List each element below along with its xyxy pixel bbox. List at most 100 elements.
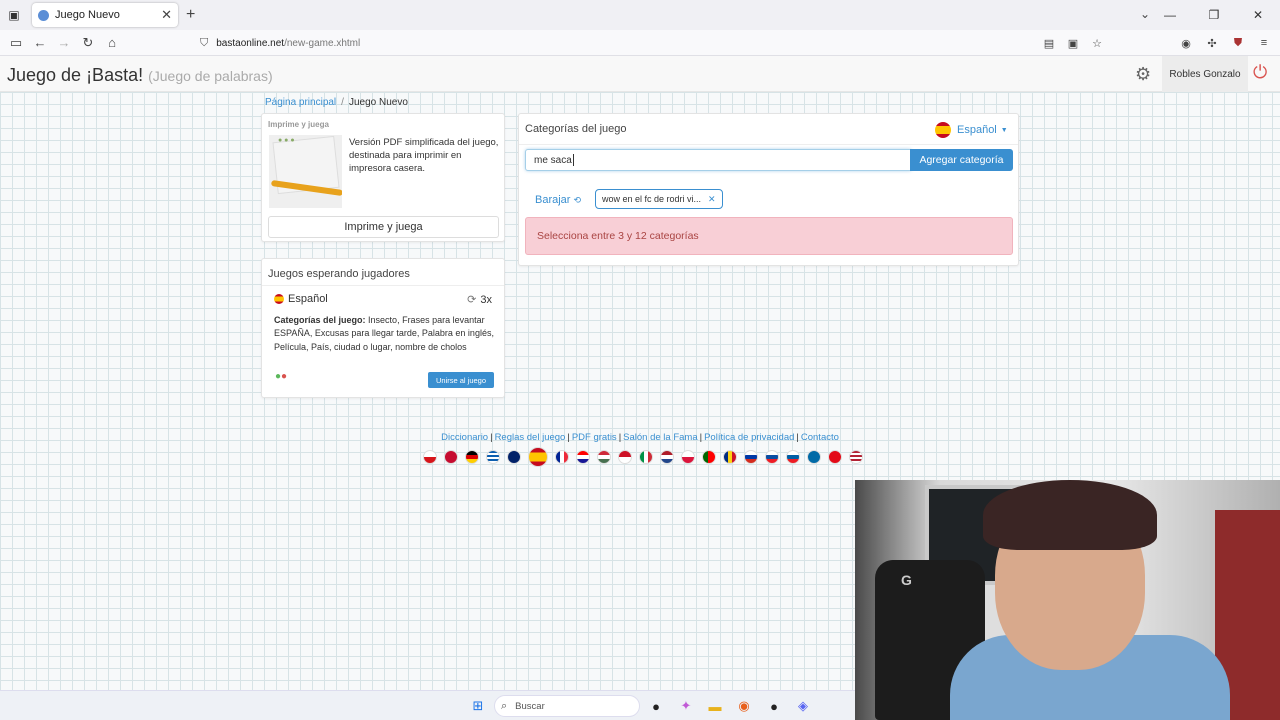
- new-tab-icon[interactable]: +: [186, 6, 195, 24]
- site-brand[interactable]: Juego de ¡Basta! (Juego de palabras): [7, 65, 273, 86]
- footer-link-dictionary[interactable]: Diccionario: [441, 432, 488, 443]
- copilot-icon[interactable]: ✦: [676, 696, 696, 716]
- power-icon[interactable]: ⏻: [1253, 62, 1267, 83]
- footer-link-privacy[interactable]: Política de privacidad: [704, 432, 794, 443]
- category-input[interactable]: me saca: [525, 149, 911, 171]
- webcam-overlay: G: [855, 480, 1280, 720]
- extensions-icon[interactable]: ✣: [1202, 33, 1222, 53]
- firefox-icon[interactable]: ◉: [734, 696, 754, 716]
- home-icon[interactable]: ⌂: [100, 31, 124, 55]
- flag-usa-icon[interactable]: [848, 450, 863, 464]
- flag-croatia-icon[interactable]: [575, 450, 590, 464]
- footer-link-rules[interactable]: Reglas del juego: [495, 432, 566, 443]
- shuffle-button[interactable]: Barajar ⟲: [535, 194, 581, 206]
- join-game-button[interactable]: Unirse al juego: [428, 372, 494, 388]
- flag-germany-icon[interactable]: [464, 450, 479, 464]
- flag-russia-icon[interactable]: [743, 450, 758, 464]
- os-taskbar: ⊞ ⌕ Buscar ● ✦ ▬ ◉ ● ◈: [0, 690, 855, 720]
- windows-start-icon[interactable]: ⊞: [468, 696, 488, 716]
- taskbar-search[interactable]: ⌕ Buscar: [494, 695, 640, 717]
- flag-denmark-icon[interactable]: [443, 450, 458, 464]
- back-icon[interactable]: ←: [28, 31, 52, 55]
- shuffle-icon: ⟲: [573, 195, 582, 205]
- flag-poland-icon[interactable]: [680, 450, 695, 464]
- language-dropdown[interactable]: Español ▼: [935, 122, 1008, 138]
- account-icon[interactable]: ◉: [1176, 33, 1196, 53]
- flag-hungary-icon[interactable]: [596, 450, 611, 464]
- discord-icon[interactable]: ◈: [793, 696, 813, 716]
- flag-portugal-icon[interactable]: [701, 450, 716, 464]
- favicon-icon: [38, 9, 49, 21]
- search-icon: ⌕: [501, 699, 508, 712]
- app-g-icon[interactable]: ●: [646, 696, 666, 716]
- menu-icon[interactable]: ≡: [1254, 33, 1274, 53]
- print-preview-image[interactable]: ● ● ●: [269, 135, 342, 208]
- spain-flag-icon: [274, 294, 284, 304]
- players-icons: ●●: [275, 371, 287, 382]
- caret-down-icon: ▼: [1000, 126, 1008, 134]
- address-bar-actions: ▤ ▣ ☆: [1040, 33, 1106, 53]
- print-and-play-button[interactable]: Imprime y juega: [268, 216, 499, 238]
- footer-links: Diccionario | Reglas del juego | PDF gratis |…: [441, 432, 839, 443]
- flag-turkey-icon[interactable]: [827, 450, 842, 464]
- category-input-value: me saca: [534, 154, 572, 166]
- flag-italy-icon[interactable]: [638, 450, 653, 464]
- sidebar-toggle-icon[interactable]: ▭: [4, 31, 28, 55]
- brand-title: Juego de ¡Basta!: [7, 65, 144, 85]
- brand-subtitle: (Juego de palabras): [148, 68, 273, 84]
- ublock-icon[interactable]: ⛊: [1228, 33, 1248, 53]
- footer-link-hall-of-fame[interactable]: Salón de la Fama: [623, 432, 697, 443]
- breadcrumb-home-link[interactable]: Página principal: [265, 97, 336, 108]
- footer-link-pdf[interactable]: PDF gratis: [572, 432, 617, 443]
- forward-icon[interactable]: →: [52, 31, 76, 55]
- gear-icon[interactable]: ⚙: [1135, 64, 1151, 85]
- footer-link-contact[interactable]: Contacto: [801, 432, 839, 443]
- browser-nav-bar: ▭ ← → ↻ ⌂ ⛉ bastaonline.net/new-game.xht…: [0, 30, 1280, 56]
- reload-icon[interactable]: ↻: [76, 31, 100, 55]
- toolbar-actions: ◉ ✣ ⛊ ≡: [1176, 33, 1274, 53]
- text-cursor: [572, 154, 574, 166]
- print-and-play-card: Imprime y juega ● ● ● Versión PDF simpli…: [261, 113, 505, 242]
- game-language: Español: [274, 293, 328, 305]
- flag-netherlands-icon[interactable]: [659, 450, 674, 464]
- tab-list-icon[interactable]: ▣: [0, 0, 28, 30]
- browser-tab[interactable]: Juego Nuevo ✕: [32, 3, 178, 27]
- flag-greece-icon[interactable]: [485, 450, 500, 464]
- rounds-icon: ⟳: [467, 294, 477, 306]
- breadcrumb-current: Juego Nuevo: [348, 97, 408, 108]
- flag-spain-icon[interactable]: [527, 447, 548, 467]
- flag-czech-icon[interactable]: [422, 450, 437, 464]
- close-tab-icon[interactable]: ✕: [161, 7, 172, 23]
- flag-france-icon[interactable]: [554, 450, 569, 464]
- flag-uk-icon[interactable]: [506, 450, 521, 464]
- window-controls: — ❐ ✕: [1148, 0, 1280, 30]
- app-dark-icon[interactable]: ●: [764, 696, 784, 716]
- add-category-button[interactable]: Agregar categoría: [910, 149, 1013, 171]
- minimize-icon[interactable]: —: [1148, 0, 1192, 30]
- player-icon: ●: [281, 371, 288, 382]
- reader-view-icon[interactable]: ▤: [1040, 33, 1058, 53]
- language-dropdown-label: Español: [957, 124, 997, 136]
- maximize-icon[interactable]: ❐: [1192, 0, 1236, 30]
- user-name-button[interactable]: Robles Gonzalo: [1162, 56, 1248, 92]
- language-flags: [419, 447, 866, 467]
- category-count-alert: Selecciona entre 3 y 12 categorías: [525, 217, 1013, 255]
- flag-slovenia-icon[interactable]: [785, 450, 800, 464]
- flag-romania-icon[interactable]: [722, 450, 737, 464]
- bookmark-star-icon[interactable]: ☆: [1088, 33, 1106, 53]
- categories-label: Categorías del juego:: [274, 315, 366, 325]
- flag-slovakia-icon[interactable]: [764, 450, 779, 464]
- flag-sweden-icon[interactable]: [806, 450, 821, 464]
- spain-flag-icon: [935, 122, 951, 138]
- screenshot-icon[interactable]: ▣: [1064, 33, 1082, 53]
- categories-card-title: Categorías del juego: [525, 123, 627, 135]
- tab-title: Juego Nuevo: [55, 9, 120, 21]
- address-bar[interactable]: ⛉ bastaonline.net/new-game.xhtml: [200, 33, 1100, 53]
- url-domain: bastaonline.net: [216, 37, 285, 49]
- close-window-icon[interactable]: ✕: [1236, 0, 1280, 30]
- remove-tag-icon[interactable]: ✕: [708, 194, 716, 205]
- chair-logo: G: [901, 572, 912, 588]
- file-explorer-icon[interactable]: ▬: [705, 696, 725, 716]
- flag-indonesia-icon[interactable]: [617, 450, 632, 464]
- category-tag[interactable]: wow en el fc de rodri vi... ✕: [595, 189, 723, 209]
